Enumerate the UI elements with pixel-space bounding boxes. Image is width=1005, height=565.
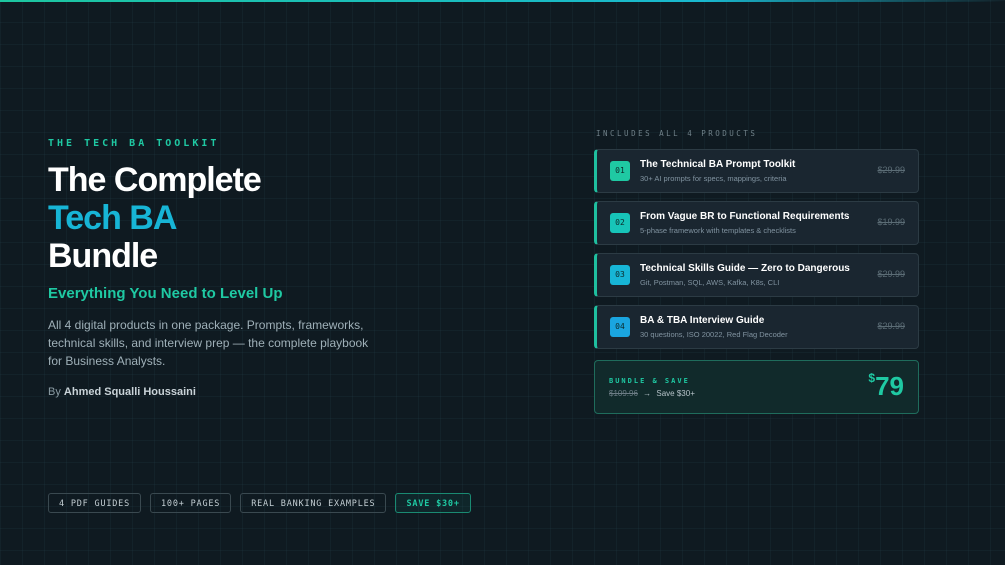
product-price: $29.99 <box>877 269 905 279</box>
bundle-offer[interactable]: BUNDLE & SAVE $109.96 → Save $30+ $79 <box>594 360 919 414</box>
author-name: Ahmed Squalli Houssaini <box>63 386 196 398</box>
tag-pages: 100+ PAGES <box>150 493 232 513</box>
bundle-price-value: 79 <box>875 371 904 401</box>
hero-section: THE TECH BA TOOLKIT The Complete Tech BA… <box>48 138 408 398</box>
product-card-2[interactable]: 02 From Vague BR to Functional Requireme… <box>594 201 919 245</box>
product-number-badge: 04 <box>610 317 630 337</box>
product-subtitle: 30 questions, ISO 20022, Red Flag Decode… <box>640 330 788 339</box>
products-panel: INCLUDES ALL 4 PRODUCTS 01 The Technical… <box>594 129 919 414</box>
product-number-badge: 01 <box>610 161 630 181</box>
bundle-save-text: Save $30+ <box>656 389 695 398</box>
bundle-original-price: $109.96 <box>609 389 638 398</box>
hero-title-line1: The Complete <box>48 161 262 199</box>
hero-title-accent: Tech BA <box>48 199 177 237</box>
product-price: $29.99 <box>877 165 905 175</box>
product-subtitle: 5-phase framework with templates & check… <box>640 226 796 235</box>
product-card-1[interactable]: 01 The Technical BA Prompt Toolkit 30+ A… <box>594 149 919 193</box>
product-title: The Technical BA Prompt Toolkit <box>640 159 796 170</box>
product-subtitle: 30+ AI prompts for specs, mappings, crit… <box>640 174 787 183</box>
product-subtitle: Git, Postman, SQL, AWS, Kafka, K8s, CLI <box>640 278 780 287</box>
product-number-badge: 03 <box>610 265 630 285</box>
tag-save: SAVE $30+ <box>395 493 471 513</box>
product-price: $19.99 <box>877 217 905 227</box>
tag-banking-examples: REAL BANKING EXAMPLES <box>240 493 387 513</box>
product-title: BA & TBA Interview Guide <box>640 315 765 326</box>
hero-eyebrow: THE TECH BA TOOLKIT <box>48 138 220 149</box>
product-title: From Vague BR to Functional Requirements <box>640 211 850 222</box>
bundle-label: BUNDLE & SAVE <box>609 377 690 385</box>
product-list: 01 The Technical BA Prompt Toolkit 30+ A… <box>594 149 919 349</box>
product-title: Technical Skills Guide — Zero to Dangero… <box>640 263 850 274</box>
tag-pdf-guides: 4 PDF GUIDES <box>48 493 142 513</box>
product-number-badge: 02 <box>610 213 630 233</box>
feature-tags: 4 PDF GUIDES 100+ PAGES REAL BANKING EXA… <box>48 493 471 513</box>
includes-label: INCLUDES ALL 4 PRODUCTS <box>596 129 758 138</box>
bundle-savings: $109.96 → Save $30+ <box>609 389 695 398</box>
hero-subhead: Everything You Need to Level Up <box>48 285 283 302</box>
hero-title-line3: Bundle <box>48 237 158 275</box>
byline: By Ahmed Squalli Houssaini <box>48 386 408 398</box>
product-card-4[interactable]: 04 BA & TBA Interview Guide 30 questions… <box>594 305 919 349</box>
bundle-price: $79 <box>868 371 904 401</box>
hero-title: The Complete Tech BA Bundle <box>48 161 408 275</box>
product-card-3[interactable]: 03 Technical Skills Guide — Zero to Dang… <box>594 253 919 297</box>
hero-description: All 4 digital products in one package. P… <box>48 318 369 368</box>
top-accent-line <box>0 0 1005 2</box>
byline-prefix: By <box>48 386 61 398</box>
arrow-right-icon: → <box>643 389 652 398</box>
product-price: $29.99 <box>877 321 905 331</box>
